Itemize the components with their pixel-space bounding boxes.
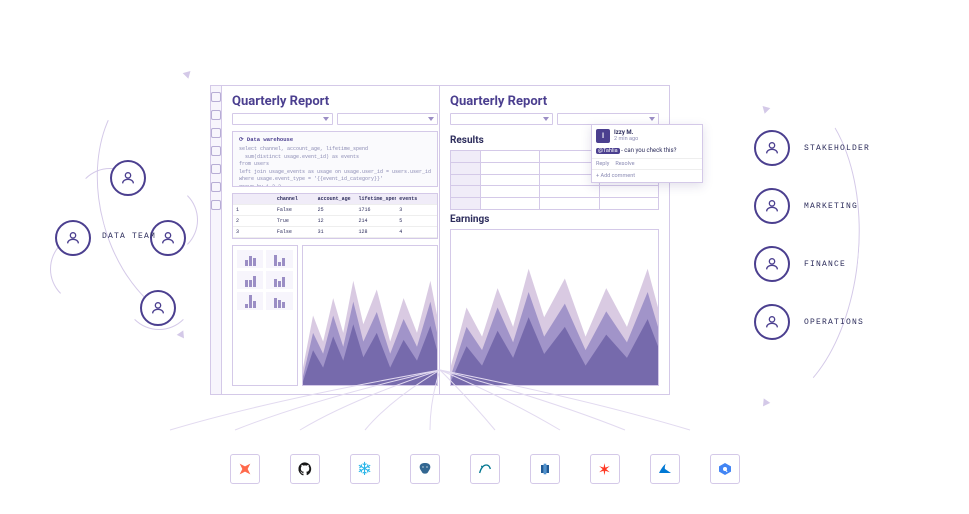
arrowhead-icon bbox=[760, 103, 771, 114]
comment-time: 2 min ago bbox=[614, 136, 638, 142]
stakeholder-label: STAKEHOLDER bbox=[804, 144, 870, 153]
earnings-chart bbox=[450, 229, 659, 386]
add-comment-button[interactable]: + Add comment bbox=[592, 169, 702, 182]
redshift-logo-icon bbox=[530, 454, 560, 484]
github-logo-icon bbox=[290, 454, 320, 484]
stakeholder-row: STAKEHOLDER bbox=[754, 130, 924, 166]
data-source-logos: ❄ ✶ bbox=[230, 454, 740, 484]
databricks-logo-icon: ✶ bbox=[590, 454, 620, 484]
result-table: channel account_age lifetime_spend event… bbox=[232, 193, 438, 239]
comment-author: Izzy M. bbox=[614, 129, 638, 136]
td: True bbox=[274, 216, 315, 226]
report-panel: Quarterly Report Results Earnings I bbox=[440, 86, 669, 394]
editor-panel: Quarterly Report ⟳ Data warehouse select … bbox=[211, 86, 440, 394]
snowflake-logo-icon: ❄ bbox=[350, 454, 380, 484]
person-icon bbox=[140, 290, 176, 326]
dropdown[interactable] bbox=[232, 113, 333, 125]
datasource-label: ⟳ Data warehouse bbox=[239, 136, 431, 144]
th: channel bbox=[274, 194, 315, 204]
sql-code-block[interactable]: ⟳ Data warehouse select channel, account_… bbox=[232, 131, 438, 187]
mini-chart-palette bbox=[232, 245, 298, 386]
dbt-logo-icon bbox=[230, 454, 260, 484]
app-panels: Quarterly Report ⟳ Data warehouse select … bbox=[210, 85, 670, 395]
stakeholder-label: FINANCE bbox=[804, 260, 846, 269]
folder-icon[interactable] bbox=[211, 146, 221, 156]
postgres-logo-icon bbox=[410, 454, 440, 484]
stakeholder-row: FINANCE bbox=[754, 246, 924, 282]
arrowhead-icon bbox=[177, 330, 188, 340]
stakeholder-row: OPERATIONS bbox=[754, 304, 924, 340]
mini-bar-icon[interactable] bbox=[266, 250, 292, 268]
stakeholder-label: MARKETING bbox=[804, 202, 858, 211]
td: 3 bbox=[233, 227, 274, 237]
td: 3 bbox=[396, 205, 437, 215]
td: 1716 bbox=[355, 205, 396, 215]
settings-icon[interactable] bbox=[211, 200, 221, 210]
person-icon bbox=[110, 160, 146, 196]
table-row: 2 True 12 214 5 bbox=[233, 216, 437, 227]
person-icon bbox=[754, 304, 790, 340]
data-team-label: DATA TEAM bbox=[102, 232, 156, 241]
sidebar bbox=[211, 86, 222, 394]
table-row: 1 False 25 1716 3 bbox=[233, 205, 437, 216]
avatar: I bbox=[596, 129, 610, 143]
person-icon bbox=[55, 220, 91, 256]
data-team-group: DATA TEAM bbox=[30, 150, 210, 330]
table-header-row: channel account_age lifetime_spend event… bbox=[233, 194, 437, 205]
chart-icon[interactable] bbox=[211, 164, 221, 174]
td: 2 bbox=[233, 216, 274, 226]
bigquery-logo-icon bbox=[710, 454, 740, 484]
td: 214 bbox=[355, 216, 396, 226]
stakeholder-label: OPERATIONS bbox=[804, 318, 864, 327]
person-icon bbox=[754, 246, 790, 282]
mini-bar-icon[interactable] bbox=[266, 271, 292, 289]
arrowhead-icon bbox=[183, 68, 194, 79]
th bbox=[233, 194, 274, 204]
td: 4 bbox=[396, 227, 437, 237]
report-title: Quarterly Report bbox=[450, 94, 659, 109]
td: False bbox=[274, 227, 315, 237]
arrowhead-icon bbox=[760, 398, 771, 408]
mysql-logo-icon bbox=[470, 454, 500, 484]
editor-area-chart bbox=[302, 245, 438, 386]
mini-bar-icon[interactable] bbox=[237, 292, 263, 310]
mini-bar-icon[interactable] bbox=[237, 250, 263, 268]
th: events bbox=[396, 194, 437, 204]
stakeholders-group: STAKEHOLDER MARKETING FINANCE OPERATIONS bbox=[754, 130, 924, 340]
td: 5 bbox=[396, 216, 437, 226]
azure-logo-icon bbox=[650, 454, 680, 484]
send-icon[interactable] bbox=[211, 128, 221, 138]
resolve-button[interactable]: Resolve bbox=[615, 161, 634, 167]
th: lifetime_spend bbox=[355, 194, 396, 204]
comment-body: @Tahlia - can you check this? bbox=[592, 147, 702, 158]
grid-icon[interactable] bbox=[211, 92, 221, 102]
doc-icon[interactable] bbox=[211, 110, 221, 120]
editor-title: Quarterly Report bbox=[232, 94, 438, 109]
comment-text: - can you check this? bbox=[620, 147, 677, 154]
earnings-heading: Earnings bbox=[450, 214, 659, 225]
td: False bbox=[274, 205, 315, 215]
td: 31 bbox=[315, 227, 356, 237]
stakeholder-row: MARKETING bbox=[754, 188, 924, 224]
mini-bar-icon[interactable] bbox=[237, 271, 263, 289]
table-row: 3 False 31 128 4 bbox=[233, 227, 437, 238]
dropdown[interactable] bbox=[337, 113, 438, 125]
th: account_age bbox=[315, 194, 356, 204]
reply-button[interactable]: Reply bbox=[596, 161, 609, 167]
td: 12 bbox=[315, 216, 356, 226]
search-icon[interactable] bbox=[211, 182, 221, 192]
td: 128 bbox=[355, 227, 396, 237]
td: 1 bbox=[233, 205, 274, 215]
person-icon bbox=[754, 188, 790, 224]
mini-bar-icon[interactable] bbox=[266, 292, 292, 310]
td: 25 bbox=[315, 205, 356, 215]
dropdown[interactable] bbox=[450, 113, 553, 125]
sql-text: select channel, account_age, lifetime_sp… bbox=[239, 146, 431, 187]
person-icon bbox=[754, 130, 790, 166]
mention-chip[interactable]: @Tahlia bbox=[596, 148, 620, 154]
comment-popover: I Izzy M. 2 min ago @Tahlia - can you ch… bbox=[591, 124, 703, 183]
